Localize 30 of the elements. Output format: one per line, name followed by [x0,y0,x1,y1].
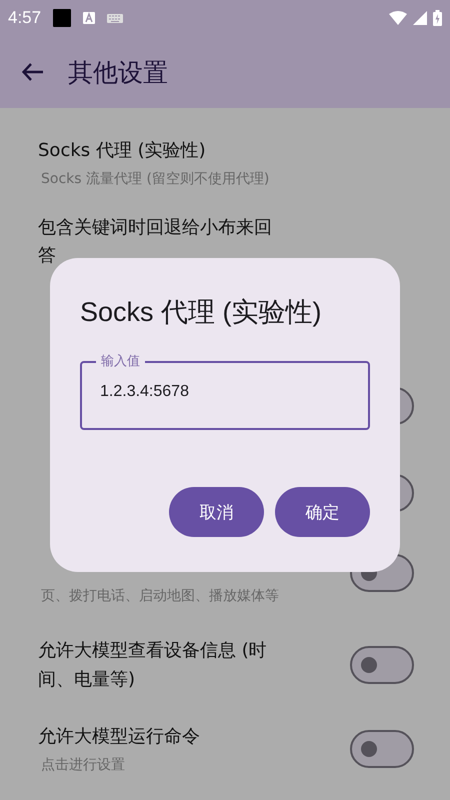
status-time: 4:57 [8,8,42,28]
confirm-button[interactable]: 确定 [275,487,370,537]
toggle-switch[interactable] [350,646,414,684]
field-label: 输入值 [100,354,141,370]
wifi-icon [389,11,407,25]
letter-a-icon [83,12,96,24]
setting-title: 答 [38,244,57,268]
field-value: 1.2.3.4:5678 [100,383,190,401]
setting-title: 允许大模型查看设备信息 (时 [38,638,268,662]
keyboard-icon [107,14,124,22]
input-field[interactable]: 输入值 1.2.3.4:5678 [80,354,370,430]
setting-title: 间、电量等) [38,668,136,692]
notification-square-icon [53,9,72,27]
screen-title: 其他设置 [68,56,168,88]
setting-item[interactable]: 允许大模型运行命令 点击进行设置 [0,710,450,788]
setting-title: Socks 代理 (实验性) [38,139,207,163]
setting-title: 允许大模型运行命令 [38,725,201,749]
setting-item[interactable]: Socks 代理 (实验性) Socks 流量代理 (留空则不使用代理) [0,122,450,204]
back-arrow-icon [22,63,44,81]
setting-title: 包含关键词时回退给小布来回 [38,216,273,240]
setting-description: 页、拨打电话、启动地图、播放媒体等 [41,587,280,606]
setting-description: 点击进行设置 [41,756,126,775]
setting-item[interactable]: 允许大模型查看设备信息 (时 间、电量等) [0,619,450,710]
back-button[interactable] [22,63,44,81]
cancel-button[interactable]: 取消 [169,487,264,537]
battery-charging-icon [433,10,442,26]
dialog-title: Socks 代理 (实验性) [80,296,323,329]
signal-icon [413,11,427,25]
setting-description: Socks 流量代理 (留空则不使用代理) [41,170,270,189]
toggle-switch[interactable] [350,730,414,768]
